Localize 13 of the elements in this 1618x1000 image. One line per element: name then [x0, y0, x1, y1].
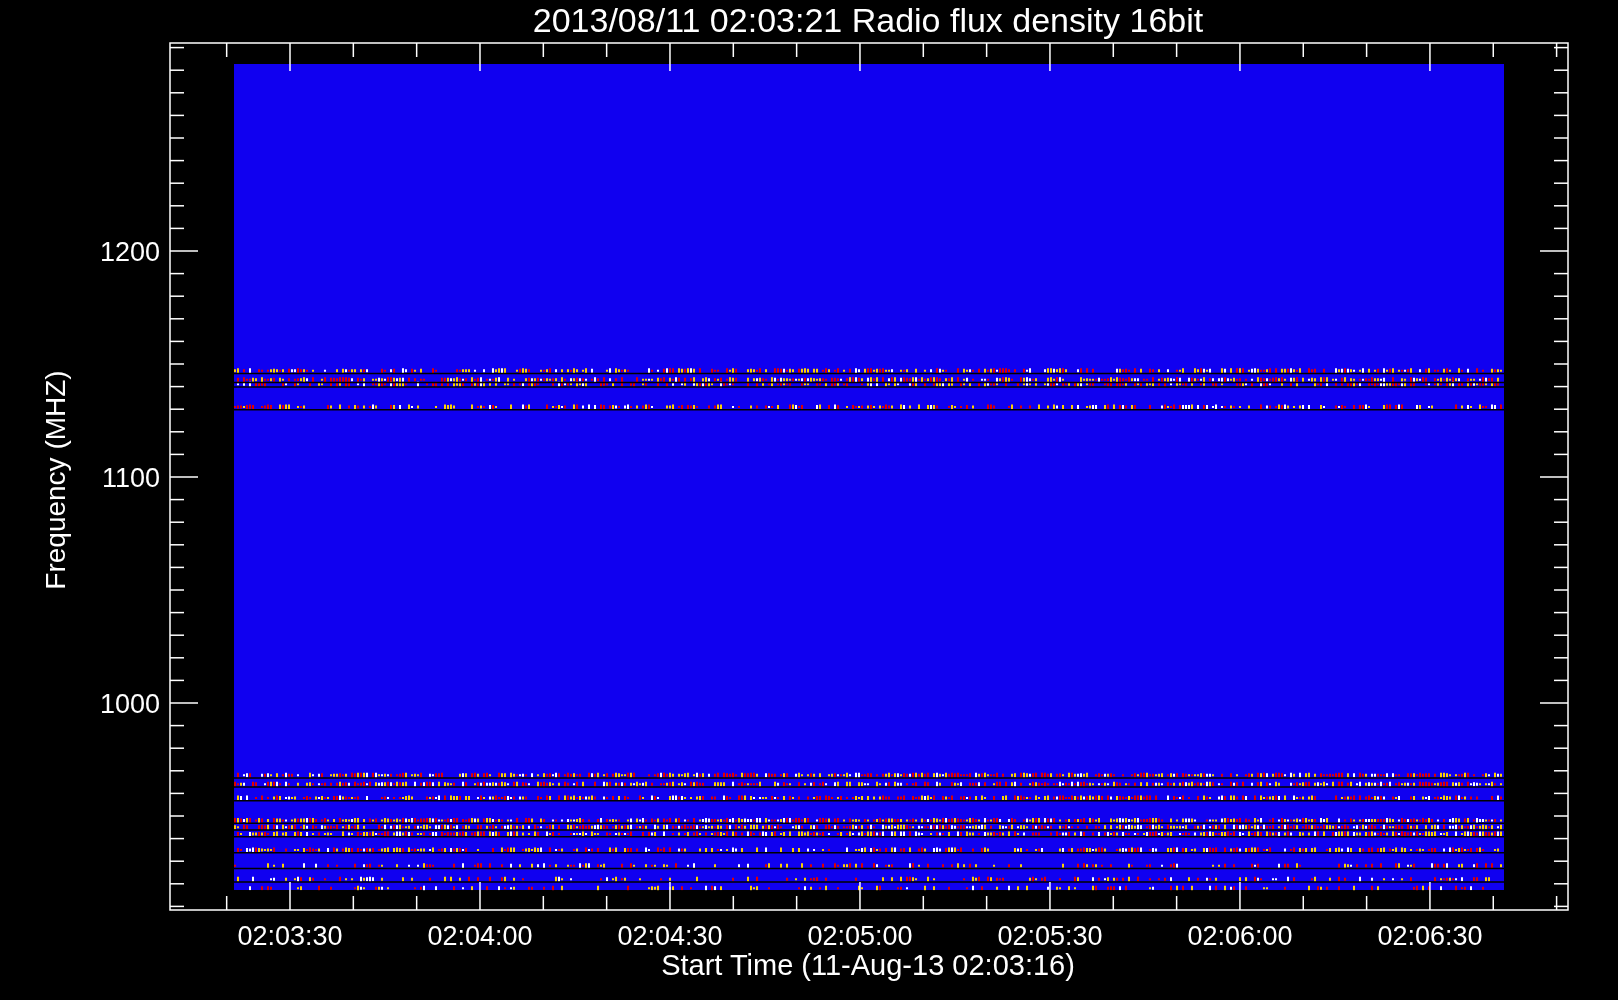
x-tick-label: 02:06:00	[1187, 921, 1293, 951]
x-tick-label: 02:05:30	[997, 921, 1103, 951]
y-tick-label: 1100	[101, 463, 160, 493]
x-axis-label: Start Time (11-Aug-13 02:03:16)	[661, 949, 1075, 981]
y-tick-label: 1000	[99, 689, 160, 719]
y-tick-label: 1200	[99, 237, 160, 267]
y-axis-label: Frequency (MHZ)	[40, 370, 71, 590]
x-tick-label: 02:06:30	[1377, 921, 1483, 951]
x-tick-label: 02:05:00	[807, 921, 913, 951]
x-tick-label: 02:03:30	[237, 921, 343, 951]
x-tick-label: 02:04:30	[617, 921, 723, 951]
chart-title: 2013/08/11 02:03:21 Radio flux density 16bit	[532, 1, 1204, 39]
x-tick-label: 02:04:00	[427, 921, 533, 951]
